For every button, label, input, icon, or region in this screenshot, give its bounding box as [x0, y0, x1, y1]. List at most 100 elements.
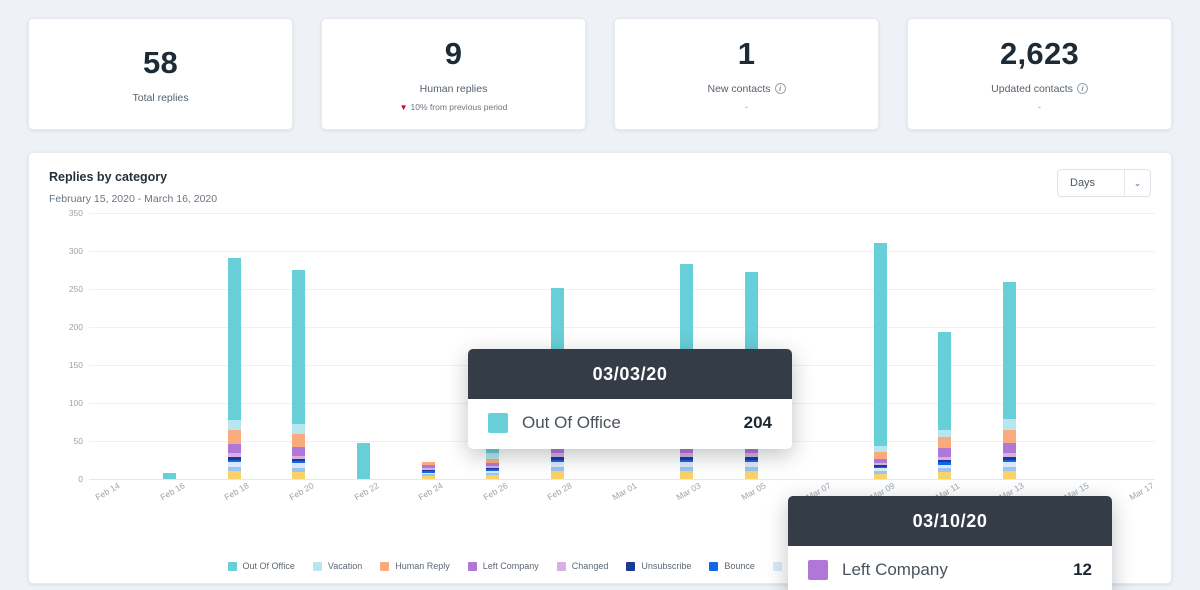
x-axis-slot: [638, 481, 670, 527]
x-axis-tick: Feb 22: [352, 480, 380, 503]
bar-slot[interactable]: [283, 213, 315, 479]
stat-value: 1: [737, 35, 756, 71]
bar-segment: [292, 447, 306, 456]
legend-label: Unsubscribe: [641, 561, 692, 571]
legend-item[interactable]: Changed: [556, 561, 609, 571]
bar-slot[interactable]: [250, 213, 282, 479]
bar-slot[interactable]: [218, 213, 250, 479]
stat-card-updated-contacts: 2,623 Updated contacts i -: [907, 18, 1172, 130]
tooltip-date: 03/03/20: [468, 349, 792, 399]
granularity-value: Days: [1070, 177, 1096, 189]
bar-slot[interactable]: [929, 213, 961, 479]
bar-slot[interactable]: [89, 213, 121, 479]
bar-segment: [938, 447, 952, 458]
legend-item[interactable]: Unsubscribe: [626, 561, 691, 571]
chart-heading-group: Replies by category February 15, 2020 - …: [49, 169, 217, 207]
legend-label: Bounce: [724, 561, 755, 571]
chart-date-range: February 15, 2020 - March 16, 2020: [49, 193, 218, 206]
bar-segment: [1002, 419, 1016, 430]
bar-slot[interactable]: [1026, 213, 1058, 479]
stacked-bar[interactable]: [873, 243, 887, 479]
x-axis-slot: Feb 28: [541, 480, 574, 527]
tooltip-series-value: 12: [1073, 560, 1092, 579]
bar-slot[interactable]: [315, 213, 347, 479]
stacked-bar[interactable]: [421, 462, 435, 479]
bar-segment: [227, 471, 241, 479]
bar-segment: [873, 451, 887, 459]
legend-swatch: [626, 561, 636, 571]
bar-slot[interactable]: [412, 213, 444, 479]
legend-label: Human Reply: [395, 561, 450, 571]
bar-segment: [227, 430, 241, 445]
y-axis-tick: 250: [68, 284, 83, 294]
x-axis-tick: Mar 01: [610, 480, 639, 503]
bar-segment: [292, 434, 306, 448]
stat-subvalue: -: [1038, 102, 1041, 113]
chart-tooltip-0303: 03/03/20 Out Of Office 204: [468, 349, 792, 449]
stat-label: Updated contacts i: [991, 83, 1088, 95]
x-axis-slot: Mar 05: [735, 480, 768, 527]
bar-slot[interactable]: [154, 213, 186, 479]
bar-slot[interactable]: [1123, 213, 1155, 479]
y-axis-tick: 150: [68, 360, 83, 370]
legend-swatch: [227, 561, 237, 571]
bar-slot[interactable]: [896, 213, 928, 479]
legend-item[interactable]: Vacation: [312, 561, 362, 571]
legend-item[interactable]: Out Of Office: [227, 561, 295, 571]
legend-label: Out Of Office: [242, 561, 295, 571]
legend-label: Left Company: [482, 561, 539, 571]
x-axis-tick: Feb 16: [158, 480, 187, 503]
x-axis-slot: [444, 481, 476, 527]
legend-label: Changed: [571, 561, 609, 571]
stacked-bar[interactable]: [357, 442, 371, 479]
info-icon[interactable]: i: [1076, 83, 1088, 95]
bar-segment: [550, 471, 564, 479]
bar-slot[interactable]: [961, 213, 993, 479]
bar-slot[interactable]: [864, 213, 896, 479]
x-axis-slot: Feb 16: [154, 480, 187, 527]
bar-segment: [486, 475, 500, 479]
x-axis-slot: [121, 481, 153, 527]
bar-segment: [227, 419, 241, 431]
bar-slot[interactable]: [993, 213, 1025, 479]
x-axis-slot: [703, 481, 735, 527]
page-title: Replies by category: [49, 170, 168, 184]
bar-slot[interactable]: [380, 213, 412, 479]
x-axis-tick: Mar 05: [739, 480, 768, 503]
granularity-select[interactable]: Days ⌄: [1057, 169, 1151, 197]
stacked-bar[interactable]: [938, 331, 952, 479]
bar-slot[interactable]: [1058, 213, 1090, 479]
replies-by-category-panel: Replies by category February 15, 2020 - …: [28, 152, 1172, 590]
tooltip-series-label: Left Company: [842, 560, 948, 579]
stacked-bar[interactable]: [292, 270, 306, 479]
bar-slot[interactable]: [832, 213, 864, 479]
stat-value: 9: [444, 36, 463, 72]
bar-segment: [938, 331, 952, 431]
stat-label: Human replies: [420, 84, 488, 95]
stacked-bar[interactable]: [163, 472, 177, 479]
y-axis-tick: 100: [68, 398, 83, 408]
stacked-bar[interactable]: [227, 257, 241, 479]
info-icon[interactable]: i: [774, 83, 786, 95]
tooltip-series-label: Out Of Office: [522, 413, 621, 432]
bar-segment: [938, 472, 952, 479]
legend-swatch: [709, 561, 719, 571]
bar-slot[interactable]: [347, 213, 379, 479]
x-axis-slot: Mar 03: [670, 480, 703, 527]
x-axis-slot: Feb 22: [347, 480, 380, 527]
bar-slot[interactable]: [186, 213, 218, 479]
legend-swatch: [772, 561, 782, 571]
x-axis-slot: [573, 481, 605, 527]
y-axis: 0 50 100 150 200 250 300 350: [49, 208, 83, 484]
x-axis-slot: Feb 24: [412, 480, 445, 527]
legend-item[interactable]: Bounce: [709, 561, 755, 571]
stacked-bar[interactable]: [1002, 282, 1016, 479]
stats-row: 58 Total replies 9 Human replies ▼ 10% f…: [28, 18, 1172, 130]
bar-slot[interactable]: [800, 213, 832, 479]
bar-slot[interactable]: [121, 213, 153, 479]
legend-item[interactable]: Human Reply: [380, 561, 450, 571]
bar-slot[interactable]: [1090, 213, 1122, 479]
x-axis-slot: Feb 14: [89, 480, 122, 527]
legend-item[interactable]: Left Company: [467, 561, 539, 571]
legend-swatch: [556, 561, 566, 571]
